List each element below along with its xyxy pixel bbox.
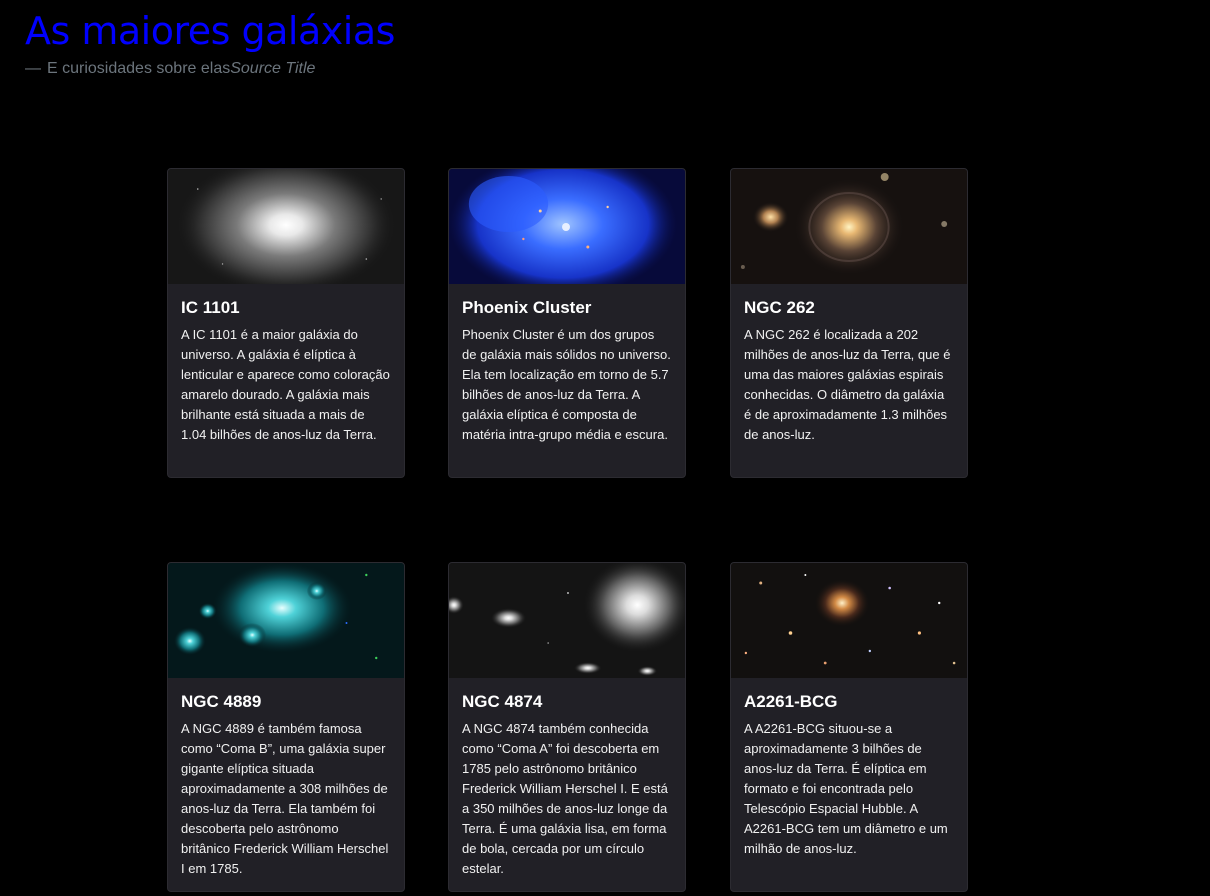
galaxy-card-ic-1101: IC 1101 A IC 1101 é a maior galáxia do u… (167, 168, 405, 478)
galaxy-card-ngc-4889: NGC 4889 A NGC 4889 é também famosa como… (167, 562, 405, 892)
card-text: A A2261-BCG situou-se a aproximadamente … (744, 721, 948, 856)
card-title: IC 1101 (181, 298, 240, 317)
page-subtitle: — E curiosidades sobre elasSource Title (25, 60, 395, 78)
galaxy-card-a2261-bcg: A2261-BCG A A2261-BCG situou-se a aproxi… (730, 562, 968, 892)
card-text: A IC 1101 é a maior galáxia do universo.… (181, 327, 390, 442)
galaxy-card-phoenix-cluster: Phoenix Cluster Phoenix Cluster é um dos… (448, 168, 686, 478)
galaxy-image-ngc-4874 (449, 563, 685, 678)
card-body: Phoenix Cluster Phoenix Cluster é um dos… (449, 284, 685, 457)
card-body: NGC 4889 A NGC 4889 é também famosa como… (168, 678, 404, 891)
subtitle-dash: — (25, 60, 41, 77)
card-text: A NGC 4874 também conhecida como “Coma A… (462, 721, 668, 876)
subtitle-text: E curiosidades sobre elas (47, 60, 231, 77)
galaxy-image-ic-1101 (168, 169, 404, 284)
galaxy-image-ngc-4889 (168, 563, 404, 678)
galaxy-image-ngc-262 (731, 169, 967, 284)
card-text: Phoenix Cluster é um dos grupos de galáx… (462, 327, 671, 442)
page-header: As maiores galáxias — E curiosidades sobr… (25, 6, 395, 78)
card-text: A NGC 262 é localizada a 202 milhões de … (744, 327, 951, 442)
card-title: A2261-BCG (744, 692, 838, 711)
card-title: Phoenix Cluster (462, 298, 592, 317)
galaxy-image-phoenix-cluster (449, 169, 685, 284)
card-title: NGC 262 (744, 298, 815, 317)
source-title: Source Title (230, 60, 316, 77)
card-body: NGC 4874 A NGC 4874 também conhecida com… (449, 678, 685, 891)
page-title: As maiores galáxias (25, 9, 395, 53)
galaxy-image-a2261-bcg (731, 563, 967, 678)
card-title: NGC 4889 (181, 692, 262, 711)
card-title: NGC 4874 (462, 692, 543, 711)
card-body: A2261-BCG A A2261-BCG situou-se a aproxi… (731, 678, 967, 871)
card-body: NGC 262 A NGC 262 é localizada a 202 mil… (731, 284, 967, 457)
galaxy-card-ngc-262: NGC 262 A NGC 262 é localizada a 202 mil… (730, 168, 968, 478)
galaxy-card-ngc-4874: NGC 4874 A NGC 4874 também conhecida com… (448, 562, 686, 892)
card-body: IC 1101 A IC 1101 é a maior galáxia do u… (168, 284, 404, 457)
card-text: A NGC 4889 é também famosa como “Coma B”… (181, 721, 389, 876)
